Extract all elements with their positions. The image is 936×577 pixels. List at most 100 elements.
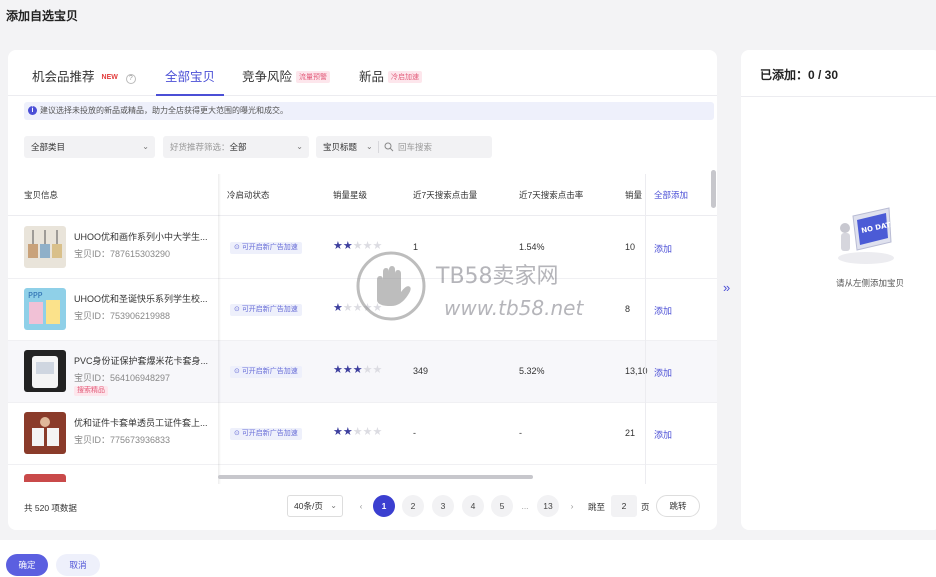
search-ctr: 5.32% — [519, 366, 545, 376]
chevron-down-icon: ⌄ — [296, 142, 303, 151]
goto-label: 跳至 — [588, 502, 606, 512]
tab-competition-risk[interactable]: 竞争风险 流量预警 — [242, 66, 331, 96]
add-button[interactable]: 添加 — [654, 304, 672, 317]
product-id: 宝贝ID：564106948297 — [74, 373, 171, 383]
location-icon: ⊙ — [234, 244, 242, 251]
fixed-column-shadow — [218, 174, 221, 484]
chevron-down-icon: ⌄ — [330, 501, 337, 510]
search-type-select[interactable]: 宝贝标题 — [323, 142, 357, 152]
add-button[interactable]: 添加 — [654, 366, 672, 379]
next-page-icon[interactable]: › — [561, 495, 583, 517]
help-icon[interactable]: ? — [125, 74, 136, 84]
svg-text:PPP: PPP — [28, 291, 43, 300]
search-clicks: 349 — [413, 366, 429, 376]
col-search-ctr: 近7天搜索点击率 — [519, 190, 584, 200]
chevron-down-icon: ⌄ — [366, 142, 373, 151]
watermark-url: www.tb58.net — [444, 296, 584, 320]
add-button[interactable]: 添加 — [654, 428, 672, 441]
cold-start-text: 可开启新广告加速 — [241, 368, 298, 375]
search-group: 宝贝标题 ⌄ 回车搜索 — [316, 136, 492, 158]
page-13[interactable]: 13 — [537, 495, 559, 517]
product-name[interactable]: UHOO优和圣诞快乐系列学生校... — [74, 292, 214, 305]
sales-stars: ★★★★★ — [333, 364, 383, 376]
page-4[interactable]: 4 — [462, 495, 484, 517]
vertical-scrollbar[interactable] — [711, 170, 716, 208]
category-value: 全部类目 — [31, 142, 66, 152]
search-icon — [384, 142, 394, 152]
col-sales-stars: 销量星级 — [333, 190, 368, 200]
product-name[interactable]: PVC身份证保护套爆米花卡套身... — [74, 354, 214, 367]
location-icon: ⊙ — [234, 368, 242, 375]
divider — [378, 141, 379, 153]
recommend-filter-select[interactable]: 好货推荐筛选：全部 ⌄ — [163, 136, 309, 158]
col-search-clicks: 近7天搜索点击量 — [413, 190, 478, 200]
expand-arrow-icon[interactable]: » — [723, 280, 730, 295]
search-ctr: 1.54% — [519, 242, 545, 252]
recommend-filter-value: 全部 — [229, 142, 247, 152]
tab-opportunity[interactable]: 机会品推荐 NEW? — [32, 66, 136, 96]
new-badge: NEW — [101, 74, 118, 81]
sales-stars: ★★★★★ — [333, 426, 383, 438]
page-2[interactable]: 2 — [402, 495, 424, 517]
no-data-illustration-icon: NO DATA — [838, 207, 897, 264]
goto-button[interactable]: 跳转 — [656, 495, 700, 517]
search-ctr: - — [519, 428, 522, 438]
product-name[interactable]: 优和证件卡套单透员工证件套上... — [74, 416, 214, 429]
search-premium-tag: 搜索精品 — [74, 386, 108, 396]
page-1[interactable]: 1 — [373, 495, 395, 517]
product-id: 宝贝ID：787615303290 — [74, 249, 171, 259]
search-clicks: - — [413, 428, 416, 438]
add-all-link[interactable]: 全部添加 — [654, 189, 688, 201]
tab-all-products[interactable]: 全部宝贝 — [156, 66, 225, 96]
empty-text: 请从左侧添加宝贝 — [836, 278, 905, 288]
horizontal-scrollbar[interactable] — [218, 475, 533, 479]
watermark-brand: TB58卖家网 — [436, 264, 559, 289]
cold-start-badge: ⊙ 可开启新广告加速 — [230, 242, 302, 254]
cold-start-badge: ⊙ 可开启新广告加速 — [230, 304, 302, 316]
confirm-button[interactable]: 确定 — [6, 554, 48, 576]
product-thumbnail — [24, 412, 66, 454]
product-name[interactable]: UHOO优和画作系列小中大学生... — [74, 230, 214, 243]
sales-count: 8 — [625, 304, 631, 314]
tab-new-products[interactable]: 新品 冷启加速 — [359, 66, 423, 96]
prev-page-icon[interactable]: ‹ — [350, 495, 372, 517]
page-ellipsis[interactable]: ... — [514, 495, 536, 517]
tab-label: 竞争风险 — [242, 70, 293, 84]
info-icon: i — [28, 106, 37, 115]
location-icon: ⊙ — [234, 306, 242, 313]
product-thumbnail — [24, 350, 66, 392]
page-unit: 页 — [641, 502, 650, 512]
product-thumbnail — [24, 226, 66, 268]
watermark-hand-logo — [356, 251, 426, 321]
bottom-action-bar: 确定 取消 — [0, 540, 936, 577]
page-5[interactable]: 5 — [491, 495, 513, 517]
cold-start-badge: ⊙ 可开启新广告加速 — [230, 428, 302, 440]
page-title: 添加自选宝贝 — [6, 9, 79, 23]
traffic-warning-badge: 流量预警 — [296, 71, 331, 83]
table-header: 宝贝信息 冷启动状态 销量星级 近7天搜索点击量 近7天搜索点击率 销量 全部添… — [8, 174, 717, 216]
add-button[interactable]: 添加 — [654, 242, 672, 255]
search-input[interactable]: 回车搜索 — [398, 136, 432, 158]
category-select[interactable]: 全部类目 ⌄ — [24, 136, 155, 158]
fixed-column-divider — [645, 174, 646, 484]
page-size-value: 40条/页 — [294, 501, 323, 511]
product-id: 宝贝ID：775673936833 — [74, 435, 171, 445]
divider — [741, 96, 936, 97]
product-id: 宝贝ID：753906219988 — [74, 311, 171, 321]
cold-start-text: 可开启新广告加速 — [241, 306, 298, 313]
goto-page-input[interactable]: 2 — [611, 495, 637, 517]
product-thumbnail — [24, 474, 66, 482]
tab-label: 新品 — [359, 70, 385, 84]
sales-count: 21 — [625, 428, 636, 438]
notice-bar: i 建议选择未投放的新品或精品，助力全店获得更大范围的曝光和成交。 — [24, 102, 714, 120]
page-size-select[interactable]: 40条/页 ⌄ — [287, 495, 343, 517]
cold-start-text: 可开启新广告加速 — [241, 244, 298, 251]
cancel-button[interactable]: 取消 — [56, 554, 100, 576]
tab-label: 全部宝贝 — [165, 70, 216, 84]
tab-label: 机会品推荐 — [32, 70, 95, 84]
added-count: 已添加：0 / 30 — [760, 68, 839, 82]
product-thumbnail: PPP — [24, 288, 66, 330]
page-3[interactable]: 3 — [432, 495, 454, 517]
location-icon: ⊙ — [234, 430, 242, 437]
col-product-info: 宝贝信息 — [24, 190, 59, 200]
